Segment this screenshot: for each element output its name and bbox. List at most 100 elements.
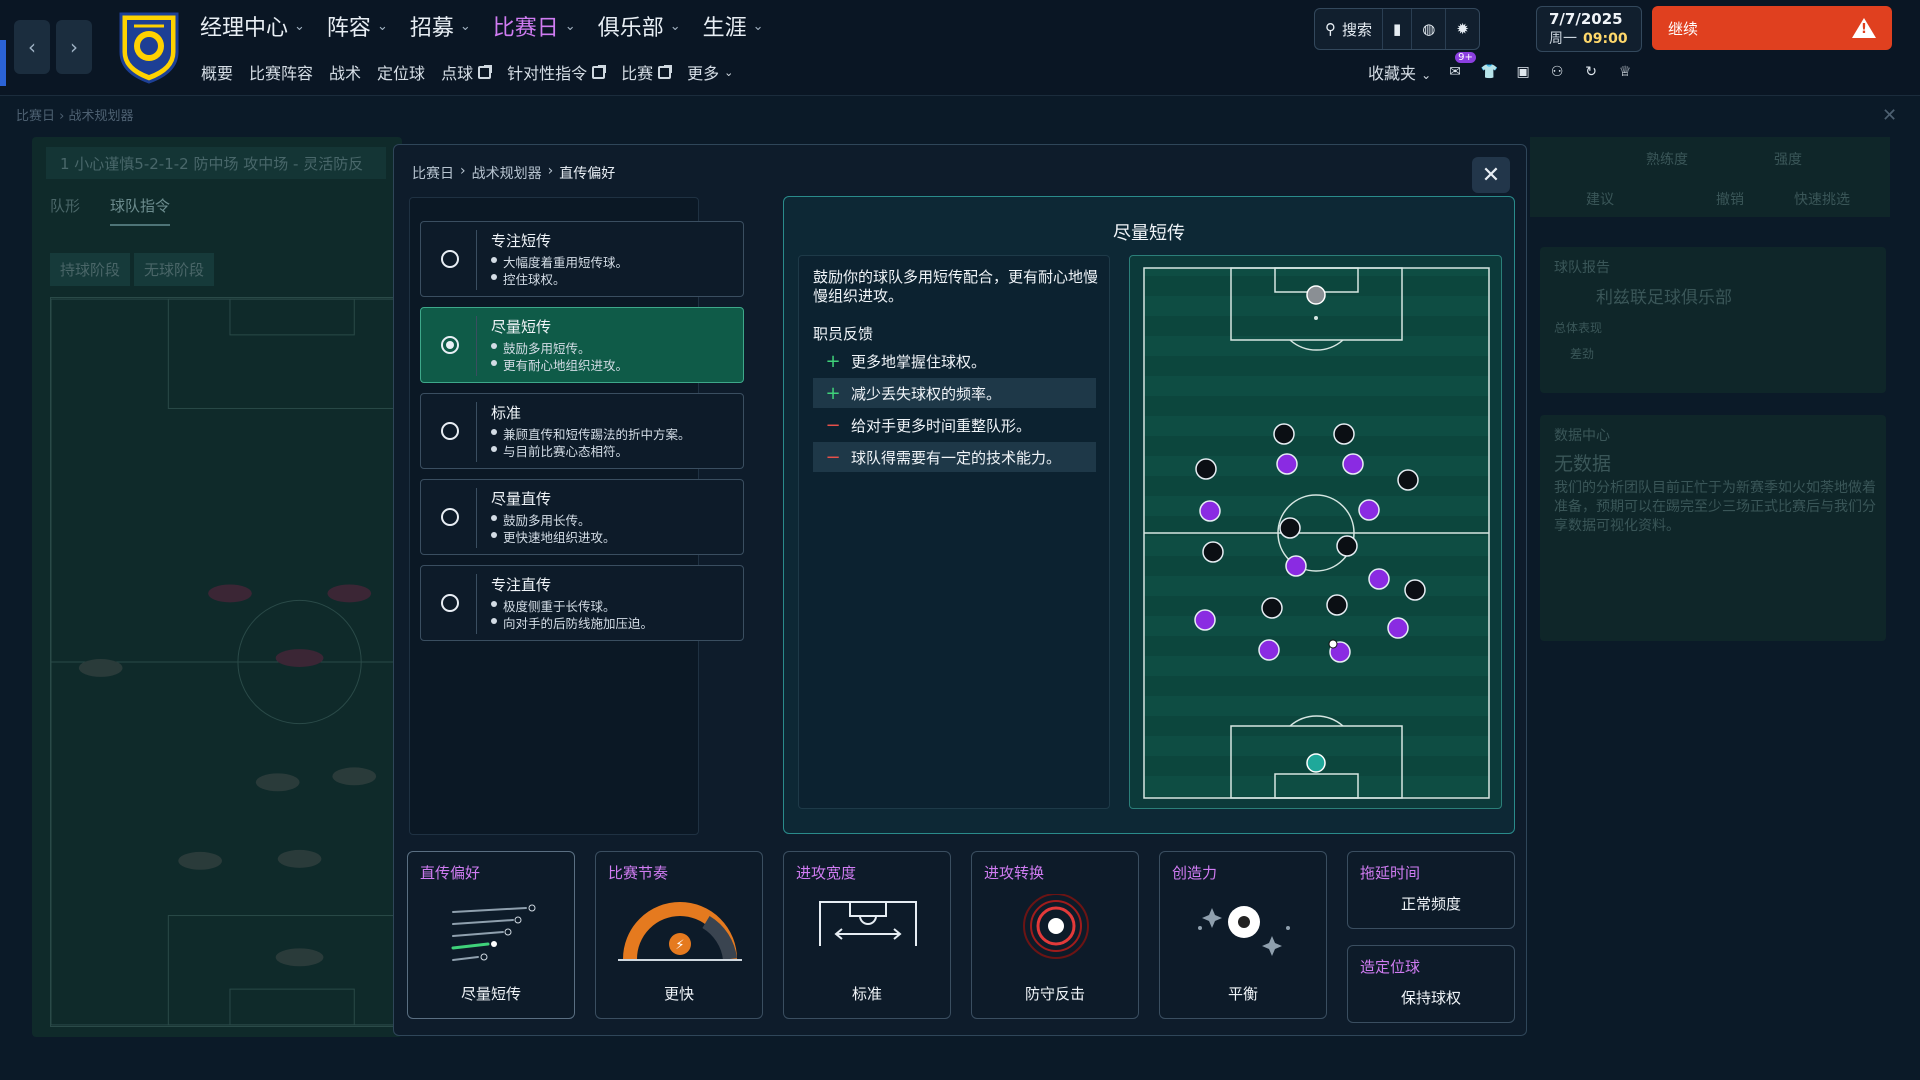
instruction-card[interactable]: 进攻转换 防守反击 bbox=[971, 851, 1139, 1019]
refresh-icon[interactable]: ↻ bbox=[1581, 62, 1601, 82]
undo-button[interactable]: 撤销 bbox=[1716, 189, 1744, 209]
feedback-row: + 减少丢失球权的频率。 bbox=[813, 378, 1096, 408]
notification-badge: 9+ bbox=[1455, 52, 1476, 63]
nav-item[interactable]: 生涯 ⌄ bbox=[703, 10, 764, 42]
card-title: 造定位球 bbox=[1360, 958, 1421, 976]
team-player-marker bbox=[1368, 568, 1390, 590]
nav-item-label: 生涯 bbox=[702, 16, 747, 41]
chevron-down-icon: ⌄ bbox=[294, 18, 305, 34]
radio-button[interactable] bbox=[441, 422, 459, 440]
overall-label: 总体表现 bbox=[1554, 321, 1603, 335]
no-data-text: 我们的分析团队目前正忙于为新赛季如火如荼地做着准备，预期可以在踢完至少三场正式比… bbox=[1554, 480, 1876, 534]
radio-button[interactable] bbox=[441, 594, 459, 612]
phase-tabs: 持球阶段 无球阶段 bbox=[50, 253, 215, 286]
passing-directness-dialog: 比赛日 › 战术规划器 › 直传偏好 ✕ 专注短传 大幅度着重用短传球。 控住球权。… bbox=[393, 144, 1527, 1036]
team-player-marker bbox=[1342, 453, 1364, 475]
radio-button[interactable] bbox=[441, 250, 459, 268]
instruction-card[interactable]: 进攻宽度 标准 bbox=[783, 851, 951, 1019]
breadcrumb-separator: › bbox=[460, 163, 466, 179]
tab-out-of-possession[interactable]: 无球阶段 bbox=[134, 253, 215, 286]
nav-item[interactable]: 阵容 ⌄ bbox=[327, 10, 388, 42]
passing-option[interactable]: 标准 兼顾直传和短传踢法的折中方案。 与目前比赛心态相符。 bbox=[420, 393, 744, 469]
close-button[interactable]: ✕ bbox=[1472, 157, 1510, 193]
nav-item-label: 比赛日 bbox=[492, 16, 559, 41]
nav-item[interactable]: 招募 ⌄ bbox=[410, 10, 471, 42]
tab-formation[interactable]: 队形 bbox=[50, 195, 80, 226]
back-button[interactable]: ‹ bbox=[14, 20, 50, 74]
subnav-item[interactable]: 点球 bbox=[441, 60, 493, 84]
instruction-card[interactable]: 创造力 平衡 bbox=[1159, 851, 1327, 1019]
subnav-item[interactable]: 比赛 bbox=[621, 60, 673, 84]
search-button[interactable]: ⚲ 搜索 bbox=[1315, 9, 1384, 49]
opponent-player-marker bbox=[1326, 594, 1348, 616]
divider bbox=[476, 402, 477, 462]
trophy-icon[interactable]: ♕ bbox=[1615, 62, 1635, 82]
warning-icon bbox=[1852, 18, 1876, 38]
card-value: 尽量短传 bbox=[460, 985, 521, 1003]
subnav-item[interactable]: 比赛阵容 bbox=[249, 60, 313, 84]
subnav-item[interactable]: 针对性指令 bbox=[507, 60, 607, 84]
tab-in-possession[interactable]: 持球阶段 bbox=[50, 253, 131, 286]
search-label: 搜索 bbox=[1342, 20, 1373, 39]
radio-button[interactable] bbox=[441, 336, 459, 354]
nav-item[interactable]: 俱乐部 ⌄ bbox=[598, 10, 681, 42]
chevron-down-icon: ⌄ bbox=[752, 18, 764, 34]
subnav-item[interactable]: 更多 ⌄ bbox=[687, 60, 733, 84]
passing-option[interactable]: 尽量短传 鼓励多用短传。 更有耐心地组织进攻。 bbox=[420, 307, 744, 383]
team-player-marker bbox=[1387, 617, 1409, 639]
svg-text:⚡: ⚡ bbox=[675, 938, 684, 953]
divider bbox=[476, 230, 477, 290]
tactics-panel: 1 小心谨慎5-2-1-2 防中场 攻中场 - 灵活防反 队形 球队指令 持球阶… bbox=[32, 137, 402, 1037]
external-link-icon bbox=[478, 64, 493, 79]
nav-item-label: 经理中心 bbox=[200, 16, 289, 41]
subnav-item[interactable]: 定位球 bbox=[377, 60, 425, 84]
forward-button[interactable]: › bbox=[56, 20, 92, 74]
instruction-card[interactable]: 造定位球 保持球权 bbox=[1347, 945, 1515, 1023]
close-icon[interactable]: ✕ bbox=[1882, 105, 1897, 126]
card-title: 拖延时间 bbox=[1360, 864, 1421, 882]
continue-button[interactable]: 继续 bbox=[1652, 6, 1892, 50]
breadcrumb-item[interactable]: 战术规划器 bbox=[68, 109, 133, 124]
nav-item[interactable]: 经理中心 ⌄ bbox=[200, 10, 305, 42]
tactic-selector[interactable]: 1 小心谨慎5-2-1-2 防中场 攻中场 - 灵活防反 bbox=[46, 147, 386, 179]
tab-team-instructions[interactable]: 球队指令 bbox=[110, 195, 171, 226]
passing-option[interactable]: 专注直传 极度侧重于长传球。 向对手的后防线施加压迫。 bbox=[420, 565, 744, 641]
width-goal-icon bbox=[784, 894, 950, 984]
shirt-icon[interactable]: 👕 bbox=[1479, 62, 1499, 82]
close-icon: ✕ bbox=[1481, 162, 1501, 188]
clipboard-icon[interactable]: ▣ bbox=[1513, 62, 1533, 82]
staff-icon[interactable]: ⚇ bbox=[1547, 62, 1567, 82]
divider bbox=[476, 316, 477, 376]
detail-title: 尽量短传 bbox=[1113, 223, 1185, 244]
favorites-dropdown[interactable]: 收藏夹 ⌄ bbox=[1368, 60, 1431, 84]
quick-pick-button[interactable]: 快速挑选 bbox=[1794, 189, 1850, 209]
breadcrumb-item[interactable]: 比赛日 bbox=[16, 109, 55, 124]
passing-option[interactable]: 专注短传 大幅度着重用短传球。 控住球权。 bbox=[420, 221, 744, 297]
subnav-item[interactable]: 战术 bbox=[329, 60, 361, 84]
instruction-card[interactable]: 直传偏好 尽量短传 bbox=[407, 851, 575, 1019]
pitch-diagram bbox=[1143, 267, 1490, 799]
instruction-card[interactable]: 拖延时间 正常频度 bbox=[1347, 851, 1515, 929]
subnav-item-label: 点球 bbox=[441, 64, 474, 83]
plus-icon: + bbox=[825, 382, 841, 404]
inbox-icon[interactable]: ✉ 9+ bbox=[1445, 52, 1476, 82]
nav-item[interactable]: 比赛日 ⌄ bbox=[493, 10, 576, 42]
detail-description: 鼓励你的球队多用短传配合，更有耐心地慢慢组织进攻。 bbox=[813, 268, 1099, 305]
minus-icon: − bbox=[825, 446, 841, 468]
date-display[interactable]: 7/7/2025 周一 09:00 bbox=[1536, 6, 1642, 52]
globe-button[interactable]: ◍ bbox=[1412, 9, 1447, 49]
familiarity-label: 熟练度 bbox=[1646, 152, 1688, 168]
passing-option[interactable]: 尽量直传 鼓励多用长传。 更快速地组织进攻。 bbox=[420, 479, 744, 555]
bookmark-button[interactable]: ▮ bbox=[1383, 9, 1413, 49]
main-nav: 经理中心 ⌄ 阵容 ⌄ 招募 ⌄ 比赛日 ⌄ 俱乐部 ⌄ 生涯 ⌄ bbox=[200, 10, 764, 42]
breadcrumb-item[interactable]: 战术规划器 bbox=[472, 163, 542, 183]
suggest-button[interactable]: 建议 bbox=[1586, 189, 1614, 209]
club-crest-icon[interactable] bbox=[116, 8, 182, 84]
subnav-item[interactable]: 概要 bbox=[201, 60, 233, 84]
opponent-player-marker bbox=[1202, 541, 1224, 563]
settings-button[interactable]: ✹ bbox=[1446, 9, 1479, 49]
radio-button[interactable] bbox=[441, 508, 459, 526]
option-title: 尽量直传 bbox=[491, 490, 552, 508]
breadcrumb-item[interactable]: 比赛日 bbox=[412, 163, 454, 183]
instruction-card[interactable]: 比赛节奏 ⚡ 更快 bbox=[595, 851, 763, 1019]
